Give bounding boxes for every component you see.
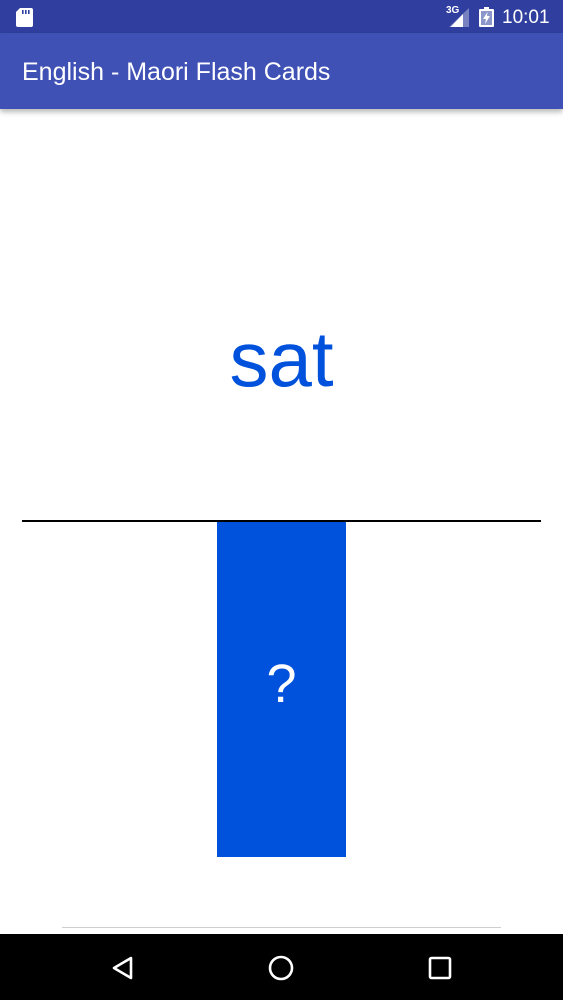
flash-card-area: sat ? [0, 109, 563, 934]
sd-card-icon [16, 8, 33, 27]
app-title: English - Maori Flash Cards [22, 58, 331, 86]
navigation-bar [0, 934, 563, 1000]
card-word: sat [229, 315, 334, 403]
app-bar: English - Maori Flash Cards [0, 33, 563, 109]
back-icon [112, 956, 133, 980]
signal-icon [449, 8, 469, 27]
recents-icon [428, 956, 452, 980]
home-icon [268, 955, 294, 981]
reveal-question-mark: ? [266, 654, 297, 714]
nav-back-button[interactable] [103, 948, 143, 988]
nav-recents-button[interactable] [420, 948, 460, 988]
status-bar: 3G 10:01 [0, 0, 563, 33]
reveal-answer-button[interactable]: ? [217, 522, 346, 857]
bottom-divider [62, 927, 501, 928]
nav-home-button[interactable] [261, 948, 301, 988]
clock: 10:01 [502, 7, 550, 28]
battery-icon [479, 7, 494, 27]
